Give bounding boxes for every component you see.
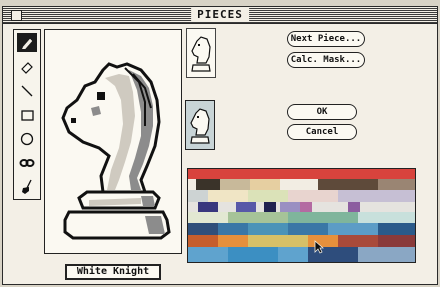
fill-tool[interactable] [17, 177, 37, 196]
piece-thumbnail-2-selected[interactable] [185, 100, 215, 150]
eraser-tool[interactable] [17, 57, 37, 76]
pencil-icon [22, 38, 33, 49]
ok-button[interactable]: OK [287, 104, 357, 120]
piece-thumbnail-1[interactable] [186, 28, 216, 78]
rectangle-tool[interactable] [17, 105, 37, 124]
knight-thumbnail-icon [191, 36, 211, 72]
next-piece-button[interactable]: Next Piece... [287, 31, 365, 47]
line-icon [21, 85, 33, 96]
mirror-tool[interactable] [17, 153, 37, 172]
eraser-icon [21, 61, 33, 74]
knight-thumbnail-icon [190, 108, 210, 144]
close-box[interactable] [11, 10, 22, 21]
color-swatch-grid[interactable] [188, 169, 415, 262]
arrow-cursor-icon [314, 240, 324, 254]
calc-mask-button[interactable]: Calc. Mask... [287, 52, 365, 68]
window-title: PIECES [191, 8, 249, 22]
title-bar[interactable]: PIECES [3, 7, 437, 24]
oval-tool[interactable] [17, 129, 37, 148]
color-palette[interactable] [187, 168, 416, 263]
oval-icon [20, 132, 34, 145]
piece-name-label: White Knight [65, 264, 161, 280]
line-tool[interactable] [17, 81, 37, 100]
rectangle-icon [21, 109, 34, 121]
cancel-button[interactable]: Cancel [287, 124, 357, 140]
pencil-tool[interactable] [17, 33, 37, 52]
knight-piece-image [61, 62, 171, 240]
paint-bucket-icon [22, 179, 32, 194]
piece-edit-canvas[interactable] [44, 29, 182, 254]
tool-palette [13, 29, 41, 200]
infinity-icon [19, 158, 35, 167]
